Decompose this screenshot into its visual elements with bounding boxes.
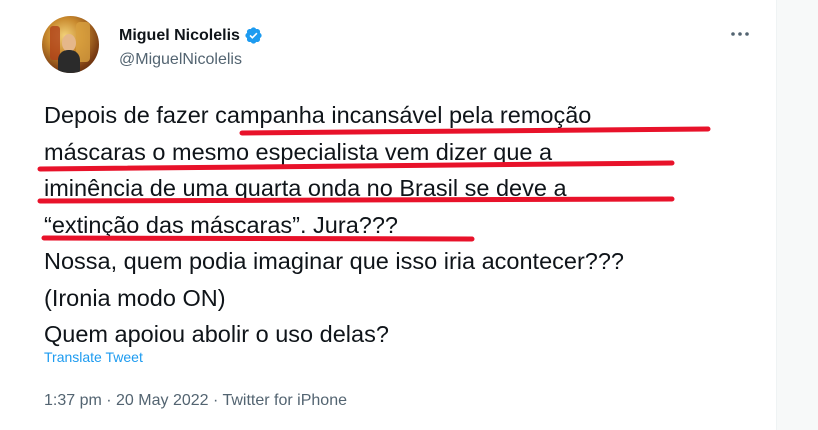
meta-separator: · <box>101 392 117 409</box>
tweet-source[interactable]: Twitter for iPhone <box>222 392 347 409</box>
author-handle[interactable]: @MiguelNicolelis <box>119 51 242 69</box>
tweet-metadata: 1:37 pm · 20 May 2022 · Twitter for iPho… <box>44 392 347 410</box>
tweet-text-line: Nossa, quem podia imaginar que isso iria… <box>44 248 624 274</box>
tweet-card: Miguel Nicolelis @MiguelNicolelis Depois… <box>0 0 777 430</box>
tweet-text-line: Quem apoiou abolir o uso delas? <box>44 321 389 347</box>
more-options-icon[interactable] <box>728 22 752 46</box>
tweet-text-line: máscaras o mesmo especialista vem dizer … <box>44 138 553 165</box>
tweet-text-line: iminência de uma quarta onda no Brasil s… <box>44 175 567 201</box>
author-name-row: Miguel Nicolelis <box>119 26 263 45</box>
tweet-date[interactable]: 20 May 2022 <box>116 392 209 409</box>
avatar-detail <box>58 50 80 73</box>
tweet-text: Depois de fazer campanha incansável pela… <box>44 97 764 353</box>
author-display-name[interactable]: Miguel Nicolelis <box>119 27 240 45</box>
meta-separator: · <box>208 392 223 409</box>
translate-tweet-link[interactable]: Translate Tweet <box>44 349 143 365</box>
tweet-text-line: Depois de fazer campanha incansável pela… <box>44 102 592 128</box>
avatar[interactable] <box>42 16 99 73</box>
verified-badge-icon <box>245 27 262 44</box>
right-column-edge <box>777 0 818 430</box>
tweet-text-line: (Ironia modo ON) <box>44 284 226 311</box>
more-dots-glyph <box>731 32 749 36</box>
tweet-text-line: “extinção das máscaras”. Jura??? <box>44 211 398 238</box>
screenshot-stage: Miguel Nicolelis @MiguelNicolelis Depois… <box>0 0 818 430</box>
tweet-time[interactable]: 1:37 pm <box>44 392 102 409</box>
